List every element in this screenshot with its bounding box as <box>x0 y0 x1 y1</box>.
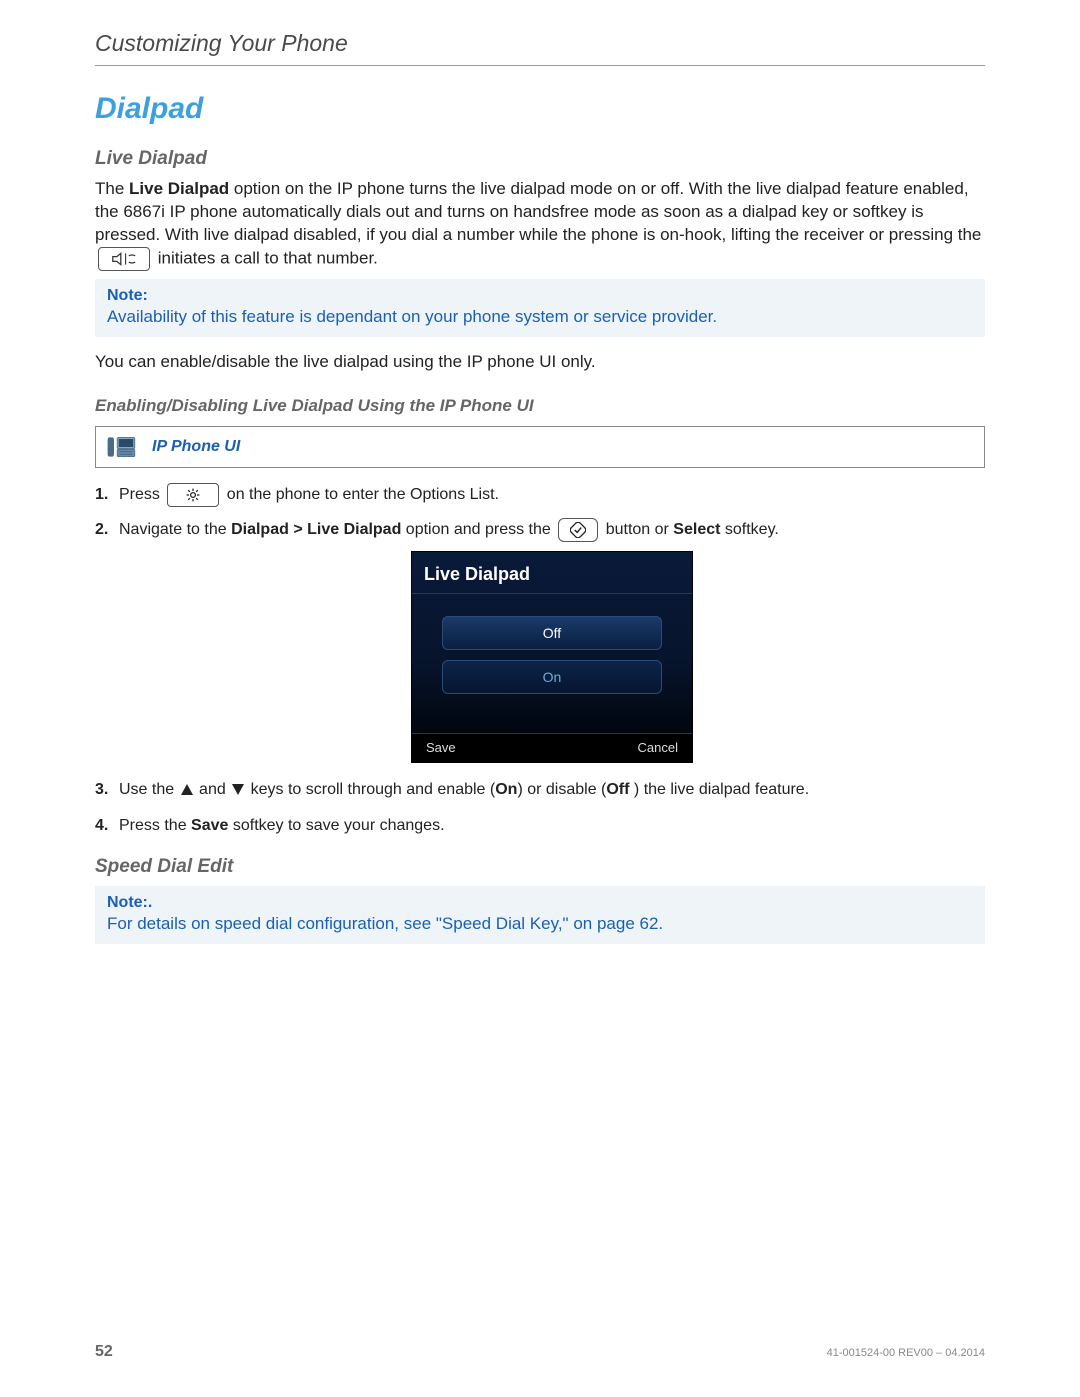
bold-on: On <box>495 781 517 798</box>
text: and <box>195 781 231 798</box>
subsection-live-dialpad: Live Dialpad <box>95 148 985 170</box>
chapter-title: Customizing Your Phone <box>95 30 985 57</box>
up-arrow-icon <box>181 784 193 795</box>
text: Navigate to the <box>119 521 231 538</box>
text: on the phone to enter the Options List. <box>222 486 499 503</box>
ip-phone-ui-box: IP Phone UI <box>95 426 985 468</box>
screenshot-title: Live Dialpad <box>412 552 692 594</box>
option-off: Off <box>442 616 662 650</box>
bold-off: Off <box>606 781 629 798</box>
section-heading-dialpad: Dialpad <box>95 92 985 126</box>
text: keys to scroll through and enable ( <box>246 781 495 798</box>
text: on <box>569 914 597 933</box>
text: option and press the <box>401 521 555 538</box>
phone-screenshot: Live Dialpad Off On Save Cancel <box>411 551 693 763</box>
step-2: Navigate to the Dialpad > Live Dialpad o… <box>95 517 985 763</box>
text: button or <box>601 521 673 538</box>
bold-save: Save <box>191 817 228 834</box>
select-check-key-icon <box>558 518 598 542</box>
text: . <box>658 914 663 933</box>
speaker-key-icon <box>98 247 150 271</box>
softkey-save: Save <box>412 734 552 762</box>
note-label: Note: <box>107 287 973 305</box>
text: softkey to save your changes. <box>228 817 444 834</box>
text: The <box>95 179 129 198</box>
text: Press <box>119 486 164 503</box>
header-rule <box>95 65 985 66</box>
text: ) the live dialpad feature. <box>629 781 809 798</box>
doc-revision: 41-001524-00 REV00 – 04.2014 <box>827 1347 985 1359</box>
text: softkey. <box>720 521 778 538</box>
link-page-62[interactable]: page 62 <box>597 914 658 933</box>
note-text: For details on speed dial configuration,… <box>107 914 973 934</box>
bold-live-dialpad: Live Dialpad <box>129 179 229 198</box>
options-gear-key-icon <box>167 483 219 507</box>
link-speed-dial-key[interactable]: "Speed Dial Key," <box>436 914 569 933</box>
text: ) or disable ( <box>517 781 606 798</box>
live-dialpad-paragraph-1: The Live Dialpad option on the IP phone … <box>95 178 985 271</box>
softkey-cancel: Cancel <box>552 734 692 762</box>
subsection-speed-dial-edit: Speed Dial Edit <box>95 856 985 878</box>
page-footer: 52 41-001524-00 REV00 – 04.2014 <box>95 1343 985 1361</box>
bold-path: Dialpad > Live Dialpad <box>231 521 401 538</box>
subsubsection-enabling: Enabling/Disabling Live Dialpad Using th… <box>95 396 985 416</box>
note-text: Availability of this feature is dependan… <box>107 307 973 327</box>
note-box-1: Note: Availability of this feature is de… <box>95 279 985 337</box>
note-label: Note:. <box>107 894 973 912</box>
live-dialpad-paragraph-2: You can enable/disable the live dialpad … <box>95 351 985 374</box>
text: Press the <box>119 817 191 834</box>
step-1: Press on the phone to enter the Options … <box>95 482 985 508</box>
step-4: Press the Save softkey to save your chan… <box>95 813 985 839</box>
text: Use the <box>119 781 179 798</box>
ip-phone-icon <box>106 433 138 461</box>
page-number: 52 <box>95 1343 113 1361</box>
text: For details on speed dial configuration,… <box>107 914 436 933</box>
ip-phone-ui-label: IP Phone UI <box>152 438 240 456</box>
note-box-2: Note:. For details on speed dial configu… <box>95 886 985 944</box>
down-arrow-icon <box>232 784 244 795</box>
option-on: On <box>442 660 662 694</box>
softkey-bar: Save Cancel <box>412 733 692 762</box>
text: initiates a call to that number. <box>153 248 378 267</box>
step-3: Use the and keys to scroll through and e… <box>95 777 985 803</box>
bold-select: Select <box>673 521 720 538</box>
steps-list: Press on the phone to enter the Options … <box>95 482 985 838</box>
page: Customizing Your Phone Dialpad Live Dial… <box>0 0 1080 1397</box>
